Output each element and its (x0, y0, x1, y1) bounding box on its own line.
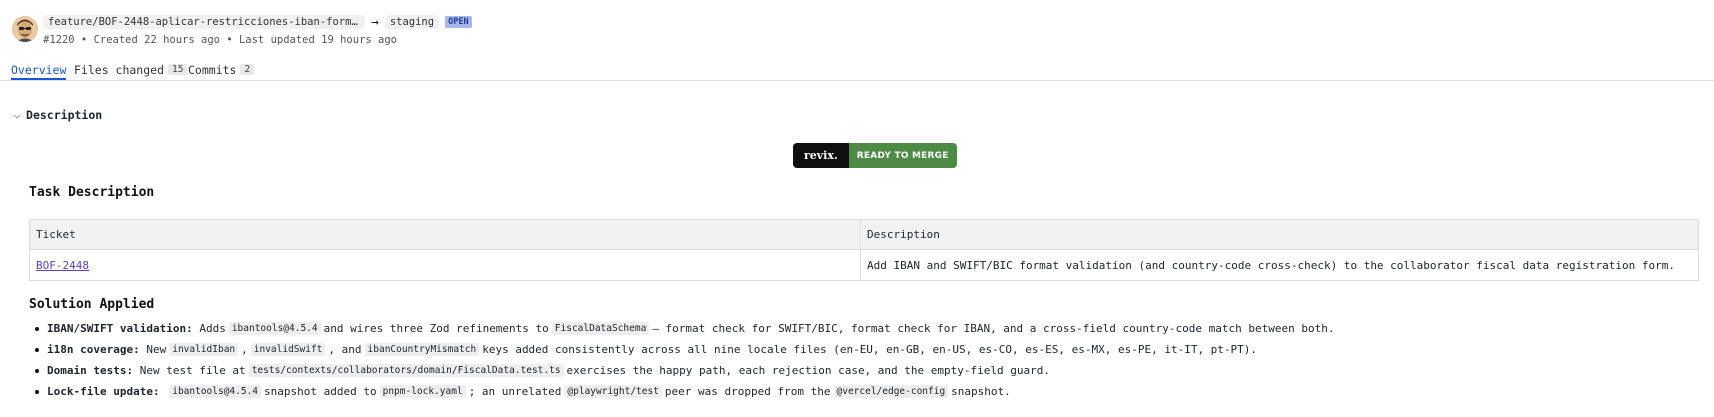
bullet-icon (35, 389, 39, 394)
inline-code: pnpm-lock.yaml (379, 385, 466, 398)
tab-overview-label: Overview (11, 62, 67, 77)
bullet-icon (35, 326, 39, 331)
item-text: New (146, 343, 167, 356)
inline-code: ibantools@4.5.4 (228, 322, 321, 335)
item-text: — format check for SWIFT/BIC, format che… (652, 322, 1335, 335)
inline-code: ibantools@4.5.4 (169, 385, 262, 398)
item-label: IBAN/SWIFT validation: (47, 322, 193, 335)
status-badge: OPEN (445, 16, 472, 28)
pr-meta: #1220 • Created 22 hours ago • Last upda… (43, 34, 398, 46)
item-text: , (241, 343, 248, 356)
tab-bar: Overview Files changed 15 Commits 2 (0, 60, 1714, 81)
item-text: snapshot added to (264, 385, 377, 398)
tab-overview[interactable]: Overview (11, 61, 67, 80)
list-item: Lock-file update: ibantools@4.5.4 snapsh… (29, 381, 1334, 402)
description-toggle[interactable]: ⌵ Description (14, 108, 102, 122)
item-text: Adds (199, 322, 226, 335)
bullet-icon (35, 347, 39, 352)
arrow-right-icon: → (371, 14, 379, 30)
inline-code: invalidSwift (250, 343, 326, 356)
commits-count-badge: 2 (240, 64, 255, 75)
item-label: i18n coverage: (47, 343, 140, 356)
chevron-down-icon: ⌵ (14, 109, 21, 121)
bullet-icon (35, 368, 39, 373)
tab-commits-label: Commits (188, 62, 237, 77)
item-text: New test file at (139, 364, 246, 377)
merge-status: READY TO MERGE (848, 143, 957, 168)
target-branch[interactable]: staging (384, 15, 440, 29)
item-text: and wires three Zod refinements to (323, 322, 549, 335)
tab-files-changed[interactable]: Files changed 15 (74, 61, 188, 78)
list-item: Domain tests: New test file at tests/con… (29, 360, 1334, 381)
solution-applied-heading: Solution Applied (29, 297, 155, 312)
description-heading: Description (26, 108, 103, 122)
ticket-cell: BOF-2448 (29, 249, 861, 281)
item-text: , and (328, 343, 362, 356)
inline-code: ibanCountryMismatch (364, 343, 480, 356)
pr-header: feature/BOF-2448-aplicar-restricciones-i… (12, 14, 472, 46)
inline-code: @vercel/edge-config (833, 385, 949, 398)
inline-code: FiscalDataSchema (551, 322, 650, 335)
item-label: Domain tests: (47, 364, 134, 377)
source-branch[interactable]: feature/BOF-2448-aplicar-restricciones-i… (43, 15, 365, 29)
list-item: IBAN/SWIFT validation: Adds ibantools@4.… (29, 318, 1334, 339)
ticket-table: Ticket Description BOF-2448 Add IBAN and… (29, 219, 1699, 281)
column-header-description: Description (860, 219, 1699, 250)
inline-code: @playwright/test (564, 385, 662, 398)
item-text: exercises the happy path, each rejection… (566, 364, 1050, 377)
avatar[interactable] (12, 16, 38, 42)
table-row: BOF-2448 Add IBAN and SWIFT/BIC format v… (29, 249, 1699, 281)
tab-commits[interactable]: Commits 2 (188, 61, 255, 78)
item-label: Lock-file update: (47, 385, 160, 398)
item-text: snapshot. (951, 385, 1011, 398)
item-text: peer was dropped from the (664, 385, 831, 398)
list-item: i18n coverage: New invalidIban , invalid… (29, 339, 1334, 360)
solution-list: IBAN/SWIFT validation: Adds ibantools@4.… (29, 318, 1334, 402)
description-cell: Add IBAN and SWIFT/BIC format validation… (860, 249, 1699, 281)
revix-logo: revix. (793, 143, 849, 168)
table-header-row: Ticket Description (29, 219, 1699, 250)
task-description-heading: Task Description (29, 185, 155, 200)
inline-code: tests/contexts/collaborators/domain/Fisc… (248, 364, 564, 377)
ticket-link[interactable]: BOF-2448 (36, 259, 89, 272)
item-text: keys added consistently across all nine … (482, 343, 1258, 356)
files-count-badge: 15 (168, 64, 188, 75)
tab-files-changed-label: Files changed (74, 62, 165, 77)
column-header-ticket: Ticket (29, 219, 861, 250)
item-text: ; an unrelated (468, 385, 562, 398)
revix-status-badge[interactable]: revix. READY TO MERGE (793, 143, 957, 168)
inline-code: invalidIban (169, 343, 239, 356)
